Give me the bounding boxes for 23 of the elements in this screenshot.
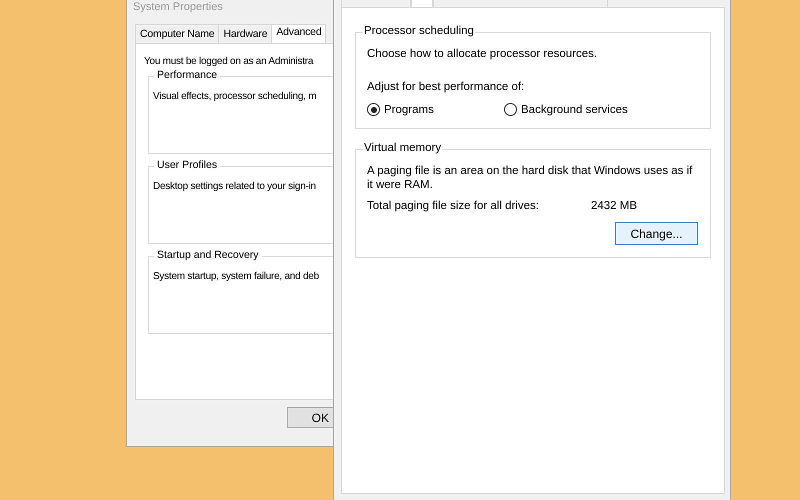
group-description: Desktop settings related to your sign-in xyxy=(153,181,317,192)
radio-label: Programs xyxy=(384,104,434,116)
window-title: System Properties xyxy=(132,0,224,15)
group-title: User Profiles xyxy=(154,159,220,171)
group-description: A paging file is an area on the hard disk that Windows uses as if it were RAM. xyxy=(367,164,694,192)
group-description: Visual effects, processor scheduling, m xyxy=(153,91,318,102)
radio-indicator[interactable] xyxy=(367,103,380,116)
tab[interactable]: Computer Name xyxy=(135,24,220,43)
size-value: 2432 MB xyxy=(591,200,638,212)
group-title: Virtual memory xyxy=(363,142,442,154)
notice-text: You must be logged on as an Administra xyxy=(144,56,314,67)
radio-indicator[interactable] xyxy=(504,103,517,116)
group-title: Performance xyxy=(154,69,220,81)
radio-label: Background services xyxy=(521,104,628,116)
ok-button[interactable]: OK xyxy=(287,407,333,428)
change-button[interactable]: Change... xyxy=(615,222,698,245)
group-description: System startup, system failure, and deb xyxy=(153,271,320,282)
group-title: Processor scheduling xyxy=(363,25,475,37)
size-label: Total paging file size for all drives: xyxy=(367,200,540,212)
adjust-label: Adjust for best performance of: xyxy=(367,80,526,94)
group-description: Choose how to allocate processor resources. xyxy=(367,47,598,61)
tab[interactable]: Advanced xyxy=(271,24,326,43)
group-title: Startup and Recovery xyxy=(154,249,262,261)
